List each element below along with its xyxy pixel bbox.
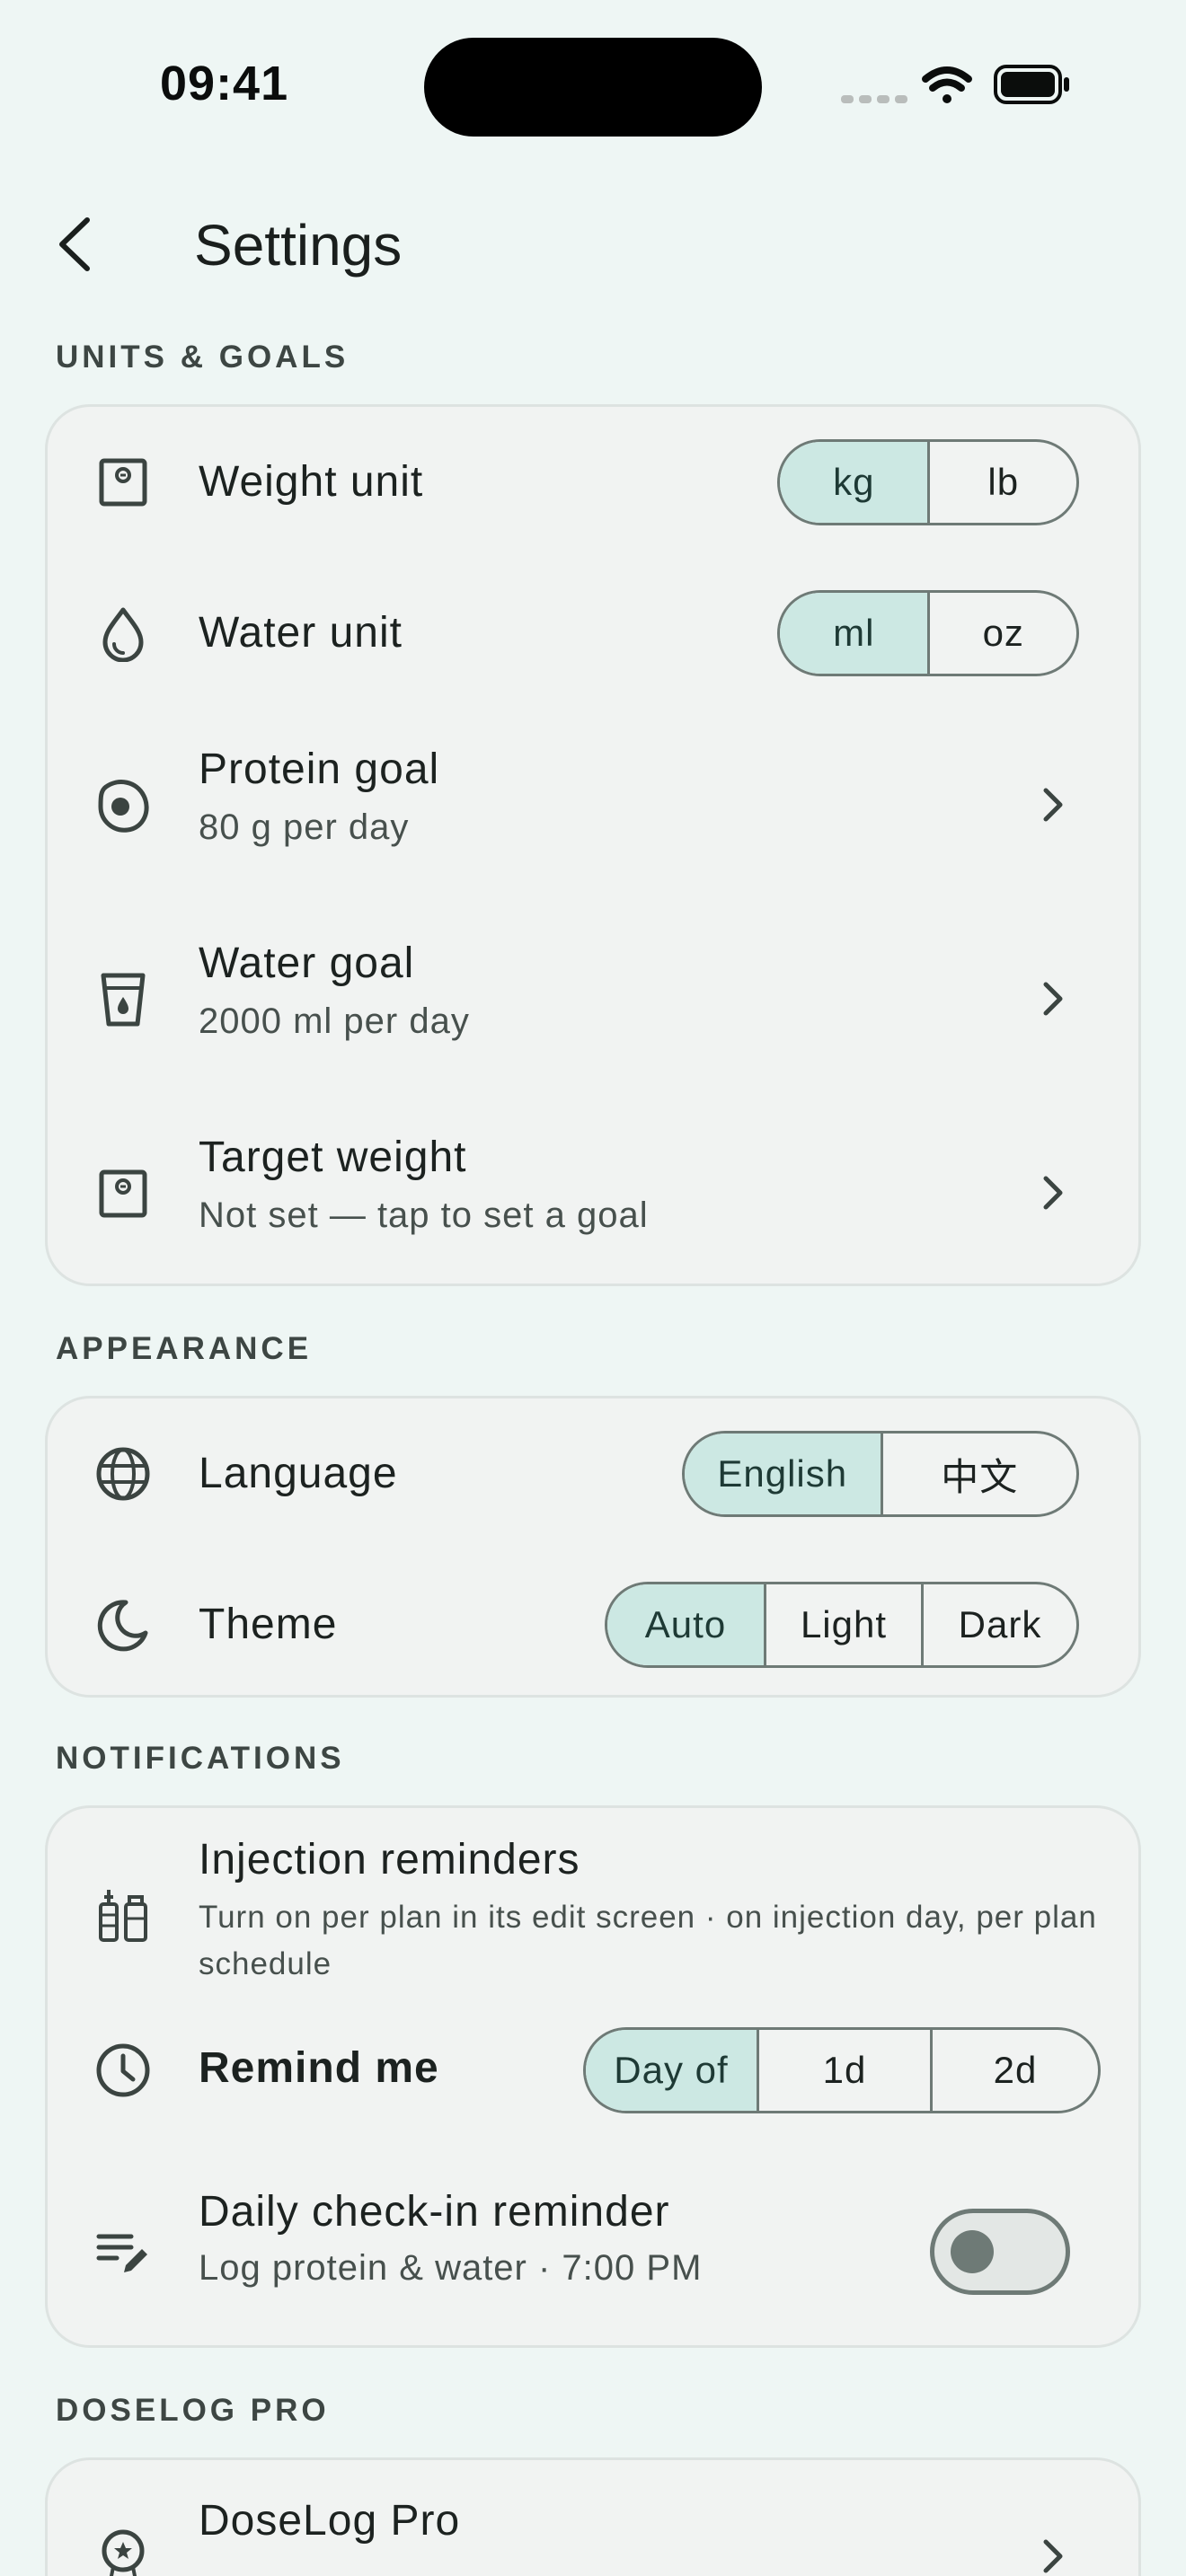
edit-list-icon xyxy=(91,2221,155,2286)
theme-light-option[interactable]: Light xyxy=(764,1584,921,1665)
remind-me-row: Remind me Day of 1d 2d xyxy=(48,1988,1138,2158)
section-label-appearance: APPEARANCE xyxy=(56,1331,313,1366)
doselog-pro-card: DoseLog Pro xyxy=(45,2457,1141,2576)
theme-label: Theme xyxy=(199,1601,338,1648)
water-unit-row: Water unit ml oz xyxy=(48,558,1138,709)
globe-icon xyxy=(91,1442,155,1506)
injection-reminders-description: Turn on per plan in its edit screen · on… xyxy=(199,1900,1097,1981)
water-unit-ml-option[interactable]: ml xyxy=(780,593,928,674)
app-header: Settings xyxy=(0,189,1186,296)
status-time: 09:41 xyxy=(160,57,289,110)
weight-unit-lb-option[interactable]: lb xyxy=(927,442,1076,523)
back-arrow-icon xyxy=(59,217,90,271)
egg-icon xyxy=(91,773,155,838)
chevron-right-icon xyxy=(1031,976,1075,1021)
injection-reminders-row: Injection reminders Turn on per plan in … xyxy=(48,1808,1138,1988)
weight-unit-kg-option[interactable]: kg xyxy=(780,442,928,523)
water-goal-value: 2000 ml per day xyxy=(199,1001,470,1041)
dynamic-island xyxy=(424,38,762,137)
target-weight-label: Target weight xyxy=(199,1134,467,1181)
moon-icon xyxy=(91,1592,155,1657)
section-label-units-goals: UNITS & GOALS xyxy=(56,340,350,375)
theme-segmented: Auto Light Dark xyxy=(605,1582,1079,1668)
syringe-icon xyxy=(91,1883,155,1948)
status-bar: 09:41 xyxy=(0,0,1186,180)
protein-goal-value: 80 g per day xyxy=(199,807,410,847)
weight-unit-label: Weight unit xyxy=(199,458,424,506)
injection-reminders-label: Injection reminders xyxy=(199,1836,580,1883)
section-label-notifications: NOTIFICATIONS xyxy=(56,1741,345,1776)
water-drop-icon xyxy=(91,601,155,666)
daily-checkin-toggle[interactable] xyxy=(930,2209,1070,2295)
water-goal-row[interactable]: Water goal 2000 ml per day xyxy=(48,903,1138,1097)
chevron-right-icon xyxy=(1031,2534,1075,2576)
language-chinese-option[interactable]: 中文 xyxy=(880,1434,1077,1514)
target-weight-row[interactable]: Target weight Not set — tap to set a goa… xyxy=(48,1097,1138,1291)
wifi-icon xyxy=(922,66,972,103)
water-unit-label: Water unit xyxy=(199,609,403,657)
status-icons xyxy=(836,61,1078,111)
water-unit-oz-option[interactable]: oz xyxy=(927,593,1076,674)
doselog-pro-label: DoseLog Pro xyxy=(199,2497,461,2545)
award-badge-icon xyxy=(91,2525,155,2576)
water-unit-segmented: ml oz xyxy=(777,590,1079,676)
page-title: Settings xyxy=(194,213,403,278)
section-label-doselog-pro: DOSELOG PRO xyxy=(56,2393,330,2428)
cellular-signal-icon xyxy=(841,95,907,103)
back-button[interactable] xyxy=(40,208,111,280)
battery-icon xyxy=(994,65,1069,104)
weight-unit-row: Weight unit kg lb xyxy=(48,407,1138,558)
clock-icon xyxy=(91,2038,155,2103)
language-label: Language xyxy=(199,1450,398,1497)
scale-icon xyxy=(91,450,155,515)
language-row: Language English 中文 xyxy=(48,1398,1138,1549)
theme-dark-option[interactable]: Dark xyxy=(921,1584,1076,1665)
language-segmented: English 中文 xyxy=(682,1431,1079,1517)
language-english-option[interactable]: English xyxy=(685,1434,881,1514)
chevron-right-icon xyxy=(1031,782,1075,827)
daily-checkin-label: Daily check-in reminder xyxy=(199,2188,670,2236)
remind-1d-option[interactable]: 1d xyxy=(757,2030,930,2111)
notifications-card: Injection reminders Turn on per plan in … xyxy=(45,1805,1141,2348)
remind-me-segmented: Day of 1d 2d xyxy=(583,2027,1101,2113)
theme-auto-option[interactable]: Auto xyxy=(607,1584,764,1665)
water-glass-icon xyxy=(91,967,155,1032)
remind-2d-option[interactable]: 2d xyxy=(930,2030,1098,2111)
theme-row: Theme Auto Light Dark xyxy=(48,1549,1138,1700)
doselog-pro-row[interactable]: DoseLog Pro xyxy=(48,2460,1138,2576)
daily-checkin-value: Log protein & water · 7:00 PM xyxy=(199,2248,703,2288)
scale-icon xyxy=(91,1161,155,1226)
water-goal-label: Water goal xyxy=(199,940,415,987)
target-weight-value: Not set — tap to set a goal xyxy=(199,1195,649,1235)
remind-me-label: Remind me xyxy=(199,2044,439,2092)
protein-goal-label: Protein goal xyxy=(199,745,440,793)
chevron-right-icon xyxy=(1031,1170,1075,1215)
units-goals-card: Weight unit kg lb Water unit ml oz Prote… xyxy=(45,404,1141,1286)
remind-day-of-option[interactable]: Day of xyxy=(586,2030,757,2111)
weight-unit-segmented: kg lb xyxy=(777,439,1079,525)
appearance-card: Language English 中文 Theme Auto Light Dar… xyxy=(45,1396,1141,1698)
protein-goal-row[interactable]: Protein goal 80 g per day xyxy=(48,709,1138,903)
toggle-knob xyxy=(951,2230,994,2273)
daily-checkin-row: Daily check-in reminder Log protein & wa… xyxy=(48,2158,1138,2351)
